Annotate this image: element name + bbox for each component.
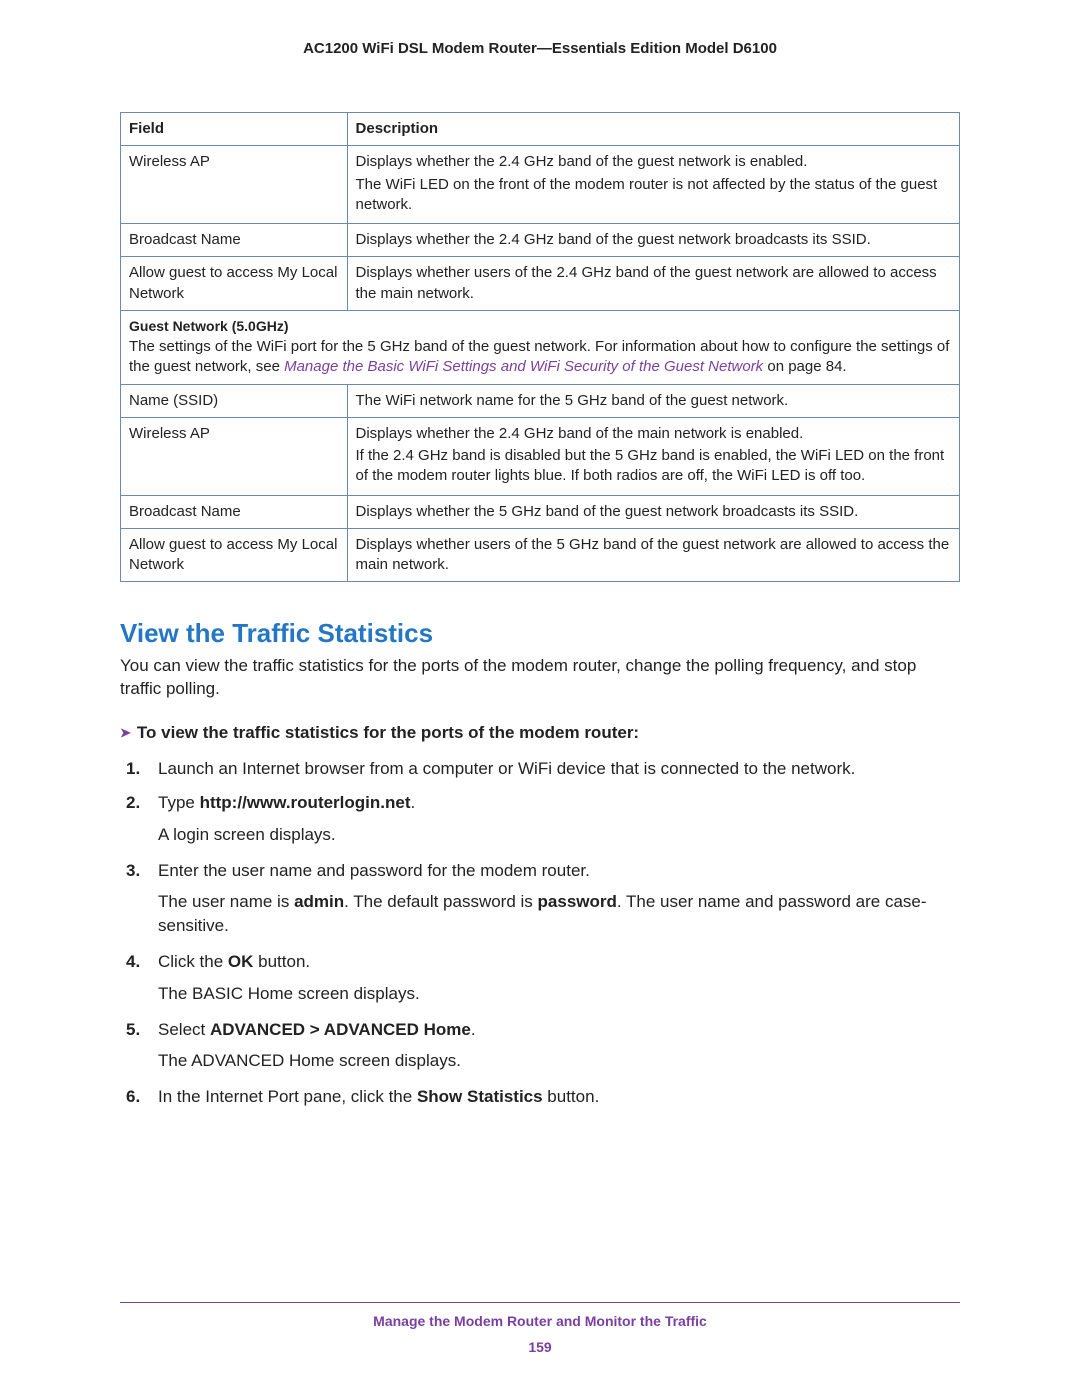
footer-rule xyxy=(120,1302,960,1303)
step-text: Click the OK button. xyxy=(158,952,310,971)
procedure-lead: ➤ To view the traffic statistics for the … xyxy=(120,723,960,743)
step-4: 4. Click the OK button. The BASIC Home s… xyxy=(158,950,960,1006)
step-number: 3. xyxy=(126,859,140,883)
chevron-right-icon: ➤ xyxy=(120,725,131,741)
step-result: The BASIC Home screen displays. xyxy=(158,982,960,1006)
desc-cell: Displays whether the 2.4 GHz band of the… xyxy=(347,417,959,495)
document-title: AC1200 WiFi DSL Modem Router—Essentials … xyxy=(120,40,960,57)
step-3: 3. Enter the user name and password for … xyxy=(158,859,960,938)
desc-cell: Displays whether users of the 5 GHz band… xyxy=(347,528,959,582)
desc-cell: The WiFi network name for the 5 GHz band… xyxy=(347,384,959,417)
desc-cell: Displays whether users of the 2.4 GHz ba… xyxy=(347,257,959,311)
step-result: The ADVANCED Home screen displays. xyxy=(158,1049,960,1073)
table-section-row: Guest Network (5.0GHz) The settings of t… xyxy=(121,310,960,384)
field-description-table: Field Description Wireless AP Displays w… xyxy=(120,112,960,582)
desc-cell: Displays whether the 5 GHz band of the g… xyxy=(347,495,959,528)
step-2: 2. Type http://www.routerlogin.net. A lo… xyxy=(158,791,960,847)
table-row: Allow guest to access My Local Network D… xyxy=(121,528,960,582)
step-result: The user name is admin. The default pass… xyxy=(158,890,960,938)
step-number: 5. xyxy=(126,1018,140,1042)
desc-line: The WiFi LED on the front of the modem r… xyxy=(356,175,951,216)
table-header-description: Description xyxy=(347,113,959,146)
step-text: Type http://www.routerlogin.net. xyxy=(158,793,415,812)
step-5: 5. Select ADVANCED > ADVANCED Home. The … xyxy=(158,1018,960,1074)
page-number: 159 xyxy=(120,1339,960,1355)
step-text: Launch an Internet browser from a comput… xyxy=(158,759,855,778)
page-footer: Manage the Modem Router and Monitor the … xyxy=(120,1302,960,1355)
field-cell: Allow guest to access My Local Network xyxy=(121,257,348,311)
cross-reference-link[interactable]: Manage the Basic WiFi Settings and WiFi … xyxy=(284,358,763,375)
table-row: Allow guest to access My Local Network D… xyxy=(121,257,960,311)
field-cell: Wireless AP xyxy=(121,417,348,495)
step-number: 4. xyxy=(126,950,140,974)
step-text: Select ADVANCED > ADVANCED Home. xyxy=(158,1020,476,1039)
step-text: In the Internet Port pane, click the Sho… xyxy=(158,1087,599,1106)
section-cell: Guest Network (5.0GHz) The settings of t… xyxy=(121,310,960,384)
step-number: 2. xyxy=(126,791,140,815)
footer-chapter-title: Manage the Modem Router and Monitor the … xyxy=(120,1313,960,1329)
step-number: 6. xyxy=(126,1085,140,1109)
field-cell: Name (SSID) xyxy=(121,384,348,417)
field-cell: Broadcast Name xyxy=(121,224,348,257)
table-header-field: Field xyxy=(121,113,348,146)
step-1: 1. Launch an Internet browser from a com… xyxy=(158,757,960,781)
desc-line: Displays whether the 2.4 GHz band of the… xyxy=(356,152,951,172)
table-row: Name (SSID) The WiFi network name for th… xyxy=(121,384,960,417)
field-cell: Allow guest to access My Local Network xyxy=(121,528,348,582)
desc-cell: Displays whether the 2.4 GHz band of the… xyxy=(347,146,959,224)
section-title: View the Traffic Statistics xyxy=(120,618,960,649)
table-row: Wireless AP Displays whether the 2.4 GHz… xyxy=(121,417,960,495)
step-6: 6. In the Internet Port pane, click the … xyxy=(158,1085,960,1109)
field-cell: Wireless AP xyxy=(121,146,348,224)
section-intro: You can view the traffic statistics for … xyxy=(120,655,960,701)
section-heading: Guest Network (5.0GHz) xyxy=(129,318,288,334)
table-row: Broadcast Name Displays whether the 2.4 … xyxy=(121,224,960,257)
step-result: A login screen displays. xyxy=(158,823,960,847)
table-row: Broadcast Name Displays whether the 5 GH… xyxy=(121,495,960,528)
step-text: Enter the user name and password for the… xyxy=(158,861,590,880)
table-row: Wireless AP Displays whether the 2.4 GHz… xyxy=(121,146,960,224)
field-cell: Broadcast Name xyxy=(121,495,348,528)
step-number: 1. xyxy=(126,757,140,781)
procedure-steps: 1. Launch an Internet browser from a com… xyxy=(120,757,960,1109)
section-text-after: on page 84. xyxy=(763,358,846,375)
desc-line: If the 2.4 GHz band is disabled but the … xyxy=(356,446,951,487)
procedure-lead-text: To view the traffic statistics for the p… xyxy=(137,723,639,742)
desc-line: Displays whether the 2.4 GHz band of the… xyxy=(356,424,951,444)
desc-cell: Displays whether the 2.4 GHz band of the… xyxy=(347,224,959,257)
